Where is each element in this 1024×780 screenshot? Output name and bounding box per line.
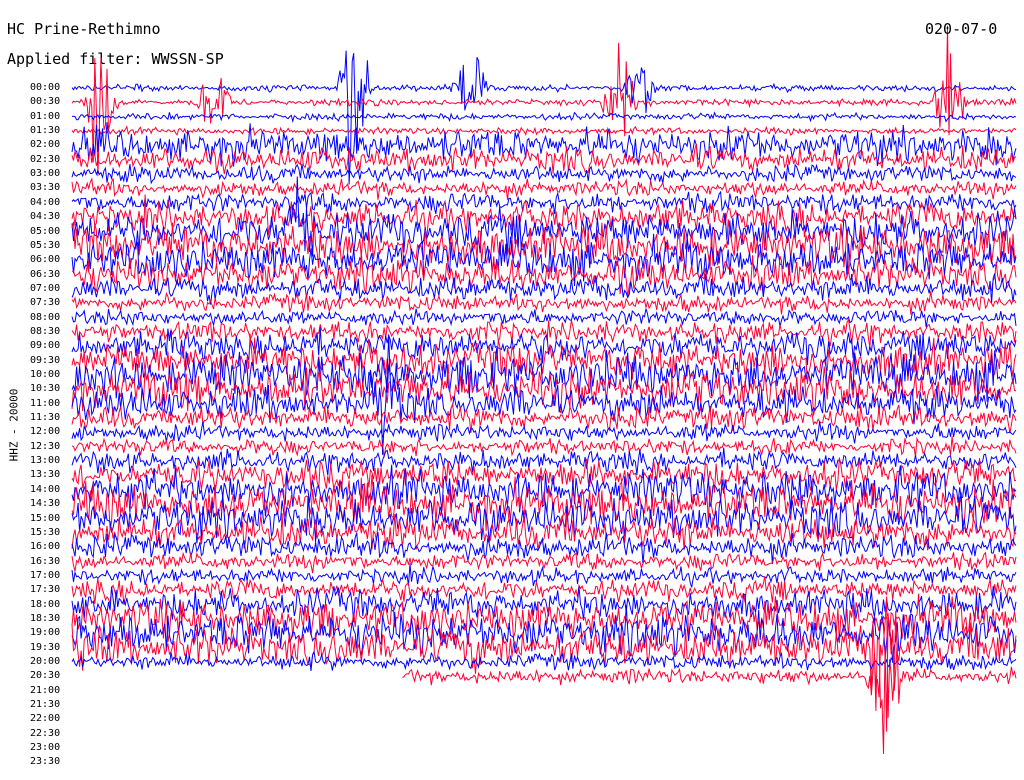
trace-row-0030 xyxy=(71,25,1017,177)
trace-row-0130 xyxy=(71,125,1017,137)
trace-row-0700 xyxy=(71,273,1017,305)
trace-row-1130 xyxy=(71,403,1017,434)
trace-row-1730 xyxy=(71,576,1017,605)
trace-row-0100 xyxy=(71,111,1017,124)
trace-row-0730 xyxy=(71,291,1017,315)
date-label: 020-07-0 xyxy=(925,20,998,38)
trace-row-0400 xyxy=(71,190,1017,215)
trace-row-0230 xyxy=(71,143,1017,175)
seismogram-plot xyxy=(71,25,1017,755)
trace-row-1300 xyxy=(71,447,1017,476)
trace-row-1030 xyxy=(71,364,1017,416)
trace-row-1630 xyxy=(71,551,1017,574)
trace-row-0800 xyxy=(71,308,1017,328)
